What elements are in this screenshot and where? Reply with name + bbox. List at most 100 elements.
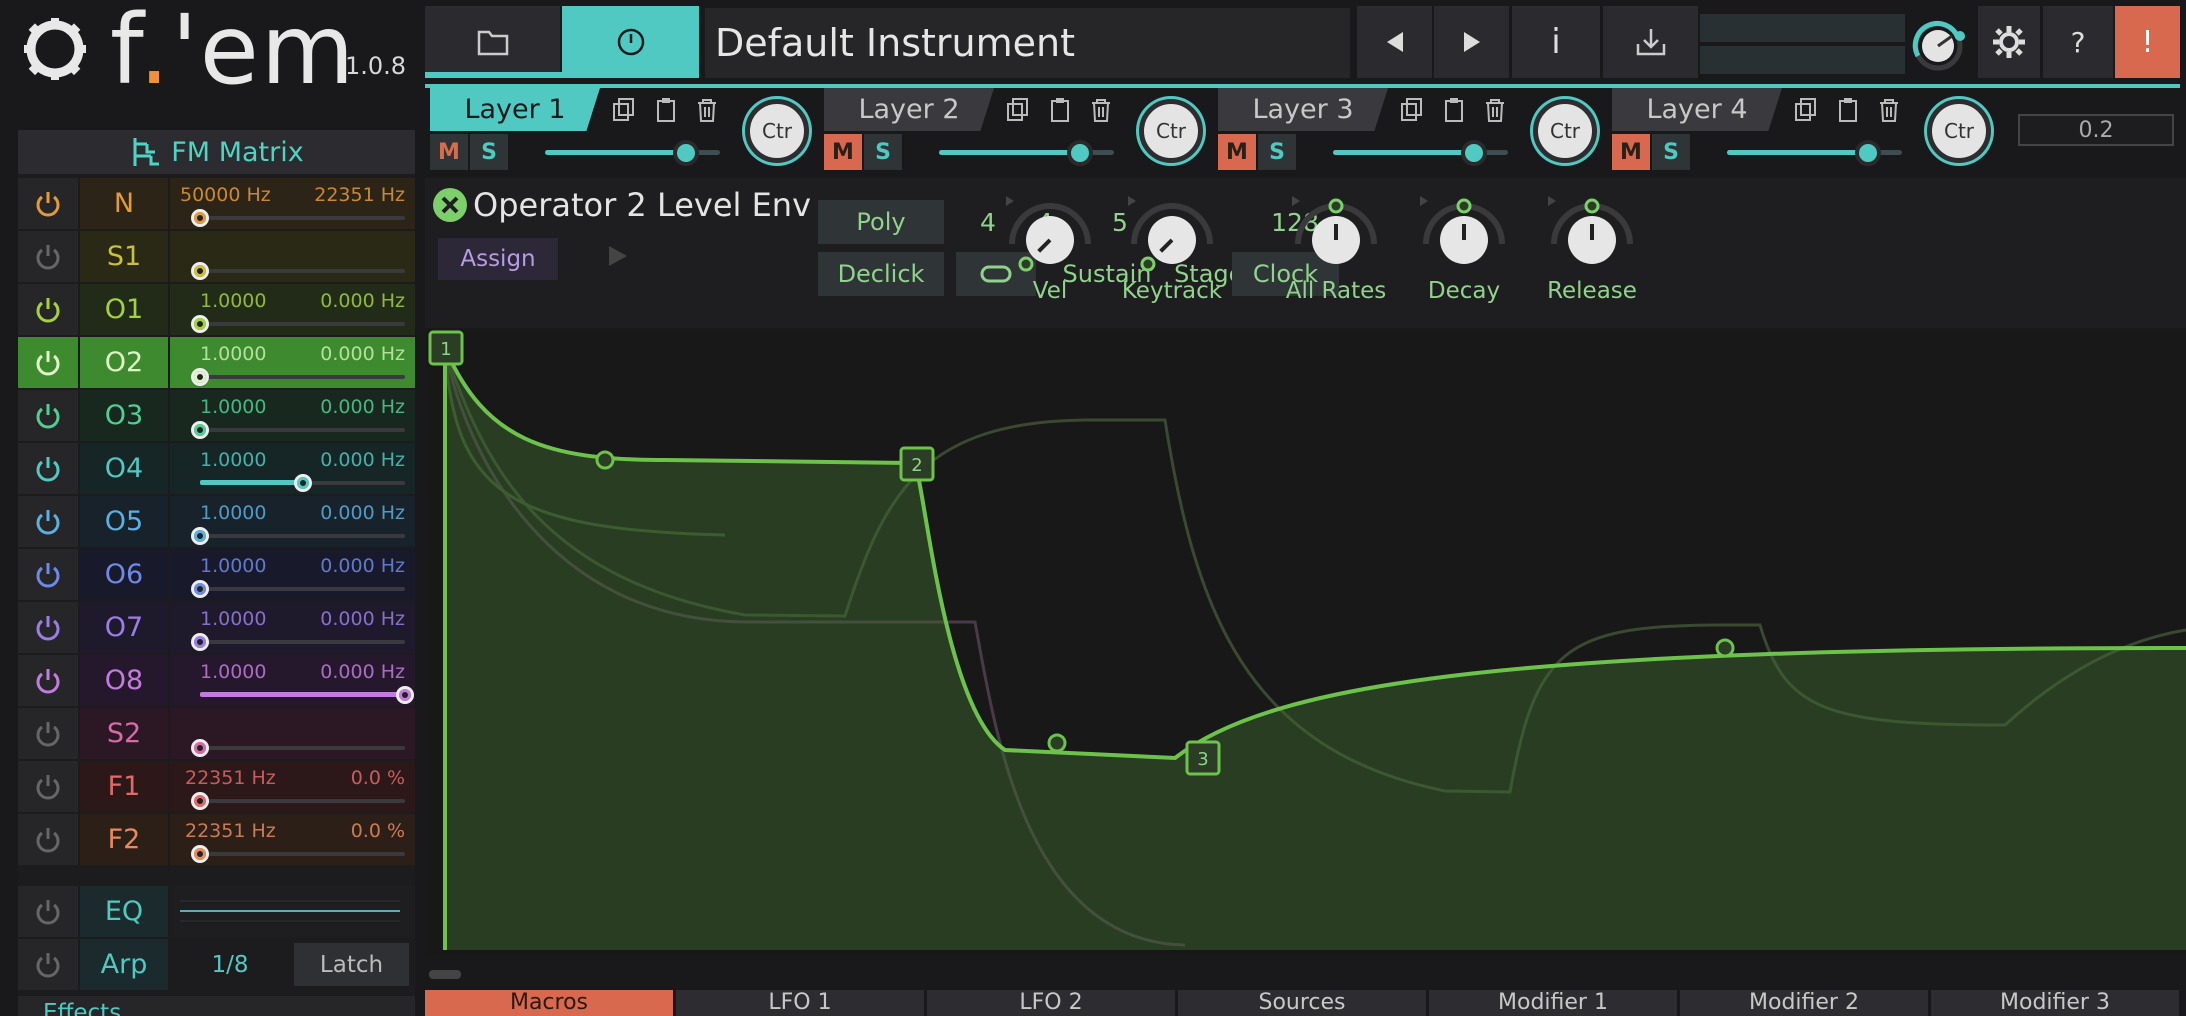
curve-handle-3[interactable]	[1715, 638, 1735, 658]
layer-tab-3[interactable]: Layer 3	[1218, 88, 1388, 131]
knob-keytrack[interactable]	[1124, 184, 1220, 280]
power-icon[interactable]	[18, 708, 78, 759]
mute-button[interactable]: M	[430, 134, 468, 170]
layer-volume-knob[interactable]	[1855, 140, 1881, 166]
layer-volume-slider[interactable]	[1727, 140, 1902, 166]
next-preset-button[interactable]	[1434, 6, 1509, 78]
row-slider[interactable]: 1.0000 0.000 Hz	[170, 390, 415, 441]
slider-knob[interactable]	[191, 739, 209, 757]
row-slider[interactable]: 1.0000 0.000 Hz	[170, 496, 415, 547]
eq-label[interactable]: EQ	[80, 886, 168, 937]
power-icon[interactable]	[18, 443, 78, 494]
slider-knob[interactable]	[191, 368, 209, 386]
row-slider[interactable]: 1.0000 0.000 Hz	[170, 549, 415, 600]
paste-icon[interactable]	[1046, 96, 1074, 124]
solo-button[interactable]: S	[1652, 134, 1690, 170]
slider-knob[interactable]	[191, 209, 209, 227]
browse-button[interactable]	[425, 6, 560, 78]
power-icon[interactable]	[18, 655, 78, 706]
layer-tab-1[interactable]: Layer 1	[430, 88, 600, 131]
row-name[interactable]: S1	[80, 231, 168, 282]
row-name[interactable]: N	[80, 178, 168, 229]
row-slider[interactable]: 1.0000 0.000 Hz	[170, 337, 415, 388]
row-slider[interactable]: 22351 Hz 0.0 %	[170, 761, 415, 812]
curve-handle-2[interactable]	[1047, 733, 1067, 753]
eq-power-icon[interactable]	[18, 886, 78, 937]
copy-icon[interactable]	[1004, 96, 1032, 124]
power-icon[interactable]	[18, 549, 78, 600]
slider-knob[interactable]	[191, 421, 209, 439]
layer-volume-slider[interactable]	[939, 140, 1114, 166]
layer-volume-slider[interactable]	[545, 140, 720, 166]
row-slider[interactable]: 1.0000 0.000 Hz	[170, 602, 415, 653]
alert-button[interactable]: !	[2115, 6, 2180, 78]
layer-value-display[interactable]: 0.2	[2018, 114, 2174, 146]
close-env-icon[interactable]	[432, 187, 468, 223]
slider-knob[interactable]	[191, 527, 209, 545]
solo-button[interactable]: S	[470, 134, 508, 170]
layer-pan-knob[interactable]: Ctr	[745, 99, 809, 163]
layer-volume-slider[interactable]	[1333, 140, 1508, 166]
copy-icon[interactable]	[1398, 96, 1426, 124]
power-icon[interactable]	[18, 337, 78, 388]
tab-macros[interactable]: Macros	[425, 990, 673, 1016]
fm-matrix-button[interactable]: FM Matrix	[18, 130, 415, 174]
graph-scrollbar[interactable]	[429, 970, 461, 979]
power-icon[interactable]	[18, 231, 78, 282]
help-button[interactable]: ?	[2043, 6, 2113, 78]
delete-icon[interactable]	[1087, 96, 1115, 124]
row-name[interactable]: O5	[80, 496, 168, 547]
knob-decay[interactable]	[1416, 184, 1512, 280]
slider-knob[interactable]	[191, 580, 209, 598]
layer-volume-knob[interactable]	[1461, 140, 1487, 166]
power-icon[interactable]	[18, 178, 78, 229]
delete-icon[interactable]	[693, 96, 721, 124]
slider-knob[interactable]	[191, 845, 209, 863]
copy-icon[interactable]	[610, 96, 638, 124]
slider-knob[interactable]	[191, 315, 209, 333]
slider-knob[interactable]	[191, 262, 209, 280]
knob-all-rates[interactable]	[1288, 184, 1384, 280]
row-slider[interactable]: 50000 Hz 22351 Hz	[170, 178, 415, 229]
delete-icon[interactable]	[1481, 96, 1509, 124]
effects-row[interactable]: Effects	[18, 996, 415, 1016]
mute-button[interactable]: M	[824, 134, 862, 170]
arp-power-icon[interactable]	[18, 939, 78, 990]
mute-button[interactable]: M	[1218, 134, 1256, 170]
settings-button[interactable]	[1978, 6, 2040, 78]
assign-button[interactable]: Assign	[438, 238, 558, 280]
tab-lfo-2[interactable]: LFO 2	[927, 990, 1175, 1016]
knob-release[interactable]	[1544, 184, 1640, 280]
arp-label[interactable]: Arp	[80, 939, 168, 990]
row-name[interactable]: O1	[80, 284, 168, 335]
row-slider[interactable]	[170, 708, 415, 759]
row-name[interactable]: F1	[80, 761, 168, 812]
row-slider[interactable]: 1.0000 0.000 Hz	[170, 284, 415, 335]
row-slider[interactable]: 1.0000 0.000 Hz	[170, 443, 415, 494]
play-arrow-icon[interactable]	[607, 243, 629, 269]
layer-tab-2[interactable]: Layer 2	[824, 88, 994, 131]
row-name[interactable]: O4	[80, 443, 168, 494]
eq-preview[interactable]	[170, 886, 415, 937]
curve-handle-1[interactable]	[595, 450, 615, 470]
slider-knob[interactable]	[396, 686, 414, 704]
tab-modifier-2[interactable]: Modifier 2	[1680, 990, 1928, 1016]
layer-volume-knob[interactable]	[1067, 140, 1093, 166]
paste-icon[interactable]	[1834, 96, 1862, 124]
row-name[interactable]: O2	[80, 337, 168, 388]
power-icon[interactable]	[18, 496, 78, 547]
solo-button[interactable]: S	[1258, 134, 1296, 170]
arp-rate[interactable]: 1/8	[170, 939, 290, 990]
tab-modifier-1[interactable]: Modifier 1	[1429, 990, 1677, 1016]
prev-preset-button[interactable]	[1357, 6, 1432, 78]
row-slider[interactable]: 22351 Hz 0.0 %	[170, 814, 415, 865]
clock-view-button[interactable]	[562, 6, 699, 78]
save-button[interactable]	[1603, 6, 1698, 78]
slider-knob[interactable]	[191, 633, 209, 651]
tab-modifier-3[interactable]: Modifier 3	[1931, 990, 2179, 1016]
envelope-canvas[interactable]: 1 2 3	[425, 330, 2186, 980]
row-slider[interactable]	[170, 231, 415, 282]
row-name[interactable]: O6	[80, 549, 168, 600]
row-slider[interactable]: 1.0000 0.000 Hz	[170, 655, 415, 706]
declick-button[interactable]: Declick	[818, 252, 944, 296]
